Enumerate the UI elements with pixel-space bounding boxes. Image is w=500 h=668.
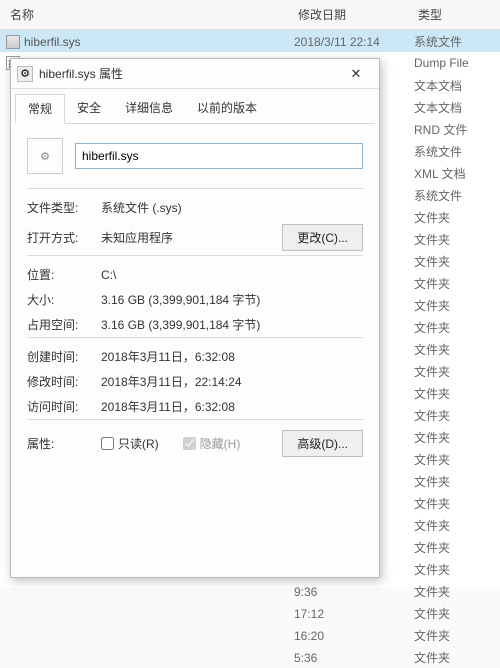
file-date: 16:20 — [294, 629, 414, 643]
value-disk-size: 3.16 GB (3,399,901,184 字节) — [101, 316, 363, 333]
hidden-checkbox: 隐藏(H) — [183, 435, 241, 452]
file-type: 文件夹 — [414, 605, 494, 622]
file-type: 文件夹 — [414, 363, 494, 380]
tab-details[interactable]: 详细信息 — [113, 94, 185, 124]
label-disk-size: 占用空间: — [27, 316, 101, 333]
file-type: 文件夹 — [414, 253, 494, 270]
readonly-input[interactable] — [101, 437, 114, 450]
divider — [27, 188, 363, 189]
table-row[interactable]: 9:36文件夹 — [0, 580, 500, 602]
file-type: 文本文档 — [414, 99, 494, 116]
readonly-label: 只读(R) — [118, 435, 159, 452]
file-type: 文件夹 — [414, 231, 494, 248]
table-row[interactable]: 16:20文件夹 — [0, 624, 500, 646]
file-type: 系统文件 — [414, 143, 494, 160]
tab-general[interactable]: 常规 — [15, 94, 65, 124]
file-date: 5:36 — [294, 651, 414, 665]
file-type: 文件夹 — [414, 297, 494, 314]
file-type: 文件夹 — [414, 649, 494, 666]
divider — [27, 255, 363, 256]
value-created: 2018年3月11日，6:32:08 — [101, 348, 363, 365]
file-type: 文件夹 — [414, 473, 494, 490]
label-modified: 修改时间: — [27, 373, 101, 390]
tab-security[interactable]: 安全 — [65, 94, 113, 124]
general-panel: ⚙ 文件类型: 系统文件 (.sys) 打开方式: 未知应用程序 更改(C)..… — [11, 124, 379, 471]
file-date: 9:36 — [294, 585, 414, 599]
label-attributes: 属性: — [27, 435, 101, 452]
label-size: 大小: — [27, 291, 101, 308]
close-button[interactable]: ✕ — [339, 62, 373, 86]
file-type: 文件夹 — [414, 451, 494, 468]
file-type: 系统文件 — [414, 187, 494, 204]
titlebar: ⚙ hiberfil.sys 属性 ✕ — [11, 59, 379, 89]
file-type: RND 文件 — [414, 121, 494, 138]
label-location: 位置: — [27, 266, 101, 283]
col-date[interactable]: 修改日期 — [294, 4, 414, 25]
file-type: 系统文件 — [414, 33, 494, 50]
table-row[interactable]: 5:36文件夹 — [0, 646, 500, 668]
value-accessed: 2018年3月11日，6:32:08 — [101, 398, 363, 415]
hidden-input — [183, 437, 196, 450]
table-row[interactable]: 17:12文件夹 — [0, 602, 500, 624]
file-type: 文件夹 — [414, 627, 494, 644]
filetype-icon: ⚙ — [27, 138, 63, 174]
column-header-row: 名称 修改日期 类型 — [0, 0, 500, 30]
file-date: 17:12 — [294, 607, 414, 621]
file-type: 文件夹 — [414, 385, 494, 402]
file-type: 文件夹 — [414, 275, 494, 292]
change-button[interactable]: 更改(C)... — [282, 224, 363, 251]
divider — [27, 419, 363, 420]
tabs: 常规 安全 详细信息 以前的版本 — [15, 93, 375, 124]
col-type[interactable]: 类型 — [414, 4, 494, 25]
tab-previous-versions[interactable]: 以前的版本 — [185, 94, 269, 124]
file-type: XML 文档 — [414, 165, 494, 182]
advanced-button[interactable]: 高级(D)... — [282, 430, 363, 457]
file-name: hiberfil.sys — [24, 35, 81, 49]
label-accessed: 访问时间: — [27, 398, 101, 415]
label-created: 创建时间: — [27, 348, 101, 365]
readonly-checkbox[interactable]: 只读(R) — [101, 435, 159, 452]
value-size: 3.16 GB (3,399,901,184 字节) — [101, 291, 363, 308]
dialog-title: hiberfil.sys 属性 — [39, 65, 339, 82]
system-file-icon — [6, 35, 20, 49]
file-type: 文件夹 — [414, 209, 494, 226]
file-type: 文件夹 — [414, 539, 494, 556]
value-modified: 2018年3月11日，22:14:24 — [101, 373, 363, 390]
file-type: 文件夹 — [414, 561, 494, 578]
file-icon: ⚙ — [17, 66, 33, 82]
file-type: 文件夹 — [414, 341, 494, 358]
file-type: 文件夹 — [414, 319, 494, 336]
file-type: 文本文档 — [414, 77, 494, 94]
value-openswith: 未知应用程序 — [101, 229, 282, 246]
file-type: 文件夹 — [414, 429, 494, 446]
value-filetype: 系统文件 (.sys) — [101, 199, 282, 216]
hidden-label: 隐藏(H) — [200, 435, 241, 452]
file-type: 文件夹 — [414, 495, 494, 512]
file-type: 文件夹 — [414, 407, 494, 424]
label-filetype: 文件类型: — [27, 199, 101, 216]
label-openswith: 打开方式: — [27, 229, 101, 246]
filename-input[interactable] — [75, 143, 363, 169]
divider — [27, 337, 363, 338]
file-type: 文件夹 — [414, 517, 494, 534]
table-row[interactable]: hiberfil.sys 2018/3/11 22:14系统文件 — [0, 30, 500, 52]
file-date: 2018/3/11 22:14 — [294, 35, 414, 49]
properties-dialog: ⚙ hiberfil.sys 属性 ✕ 常规 安全 详细信息 以前的版本 ⚙ 文… — [10, 58, 380, 578]
value-location: C:\ — [101, 268, 363, 282]
file-type: 文件夹 — [414, 583, 494, 600]
col-name[interactable]: 名称 — [6, 4, 294, 25]
file-type: Dump File — [414, 56, 494, 70]
